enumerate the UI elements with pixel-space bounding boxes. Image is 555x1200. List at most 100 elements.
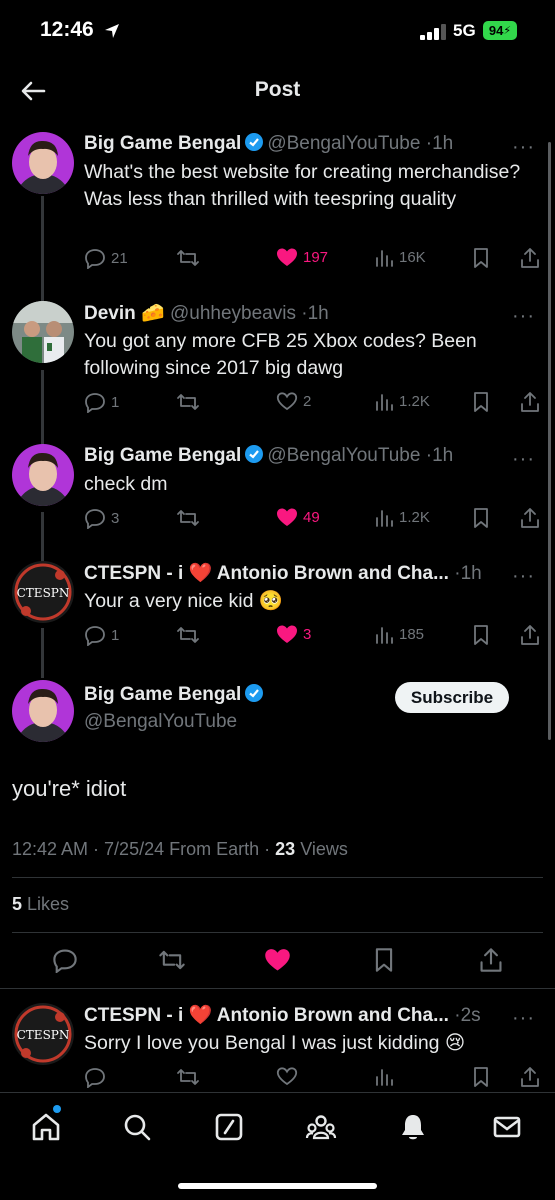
reply-count: 1 bbox=[111, 393, 120, 411]
main-avatar[interactable] bbox=[12, 680, 74, 742]
retweet-button[interactable] bbox=[176, 247, 200, 269]
author-name[interactable]: Big Game Bengal bbox=[84, 445, 241, 466]
battery-level: 94 bbox=[488, 23, 504, 38]
more-options-icon[interactable]: ··· bbox=[512, 448, 535, 471]
status-bar: 12:46 5G 94 ⚡ bbox=[0, 0, 555, 62]
retweet-icon bbox=[177, 627, 199, 643]
bookmark-icon[interactable] bbox=[471, 391, 491, 413]
retweet-button[interactable] bbox=[176, 391, 200, 413]
communities-icon[interactable] bbox=[305, 1111, 337, 1143]
reply-button[interactable]: 1 bbox=[84, 391, 119, 413]
reply-tweet[interactable]: CTESPN CTESPN - i ❤️ Antonio Brown and C… bbox=[0, 1003, 555, 1093]
reply-icon[interactable] bbox=[84, 1066, 106, 1088]
retweet-icon bbox=[177, 394, 199, 410]
more-options-icon[interactable]: ··· bbox=[512, 565, 535, 588]
more-options-icon[interactable]: ··· bbox=[512, 136, 535, 159]
grok-icon[interactable] bbox=[213, 1111, 245, 1143]
reply-button[interactable]: 21 bbox=[84, 247, 128, 269]
share-icon[interactable] bbox=[519, 624, 541, 646]
retweet-icon bbox=[177, 510, 199, 526]
views-icon bbox=[376, 627, 393, 644]
avatar[interactable]: CTESPN bbox=[12, 1003, 74, 1065]
tweet[interactable]: CTESPN CTESPN - i ❤️ Antonio Brown and C… bbox=[0, 561, 555, 661]
like-count: 3 bbox=[303, 625, 312, 643]
timestamp: 12:42 AM · 7/25/24 From Earth · bbox=[12, 839, 271, 859]
share-icon[interactable] bbox=[478, 947, 504, 973]
heart-icon[interactable] bbox=[264, 947, 291, 972]
author-emoji: 🧀 bbox=[141, 303, 165, 324]
likes-summary[interactable]: 5 Likes bbox=[12, 894, 69, 915]
author-name[interactable]: CTESPN - i ❤️ Antonio Brown and Cha... bbox=[84, 563, 449, 584]
search-icon[interactable] bbox=[121, 1111, 153, 1143]
retweet-icon[interactable] bbox=[176, 1066, 200, 1088]
home-icon[interactable] bbox=[30, 1111, 62, 1143]
views-button[interactable]: 185 bbox=[374, 624, 424, 644]
view-count: 1.2K bbox=[399, 392, 430, 410]
heart-icon bbox=[277, 625, 297, 643]
views-button[interactable]: 16K bbox=[374, 247, 426, 267]
bookmark-icon[interactable] bbox=[372, 947, 396, 973]
share-icon[interactable] bbox=[519, 507, 541, 529]
reply-button[interactable]: 1 bbox=[84, 624, 119, 646]
tweet[interactable]: Big Game Bengal @BengalYouTube ·1h ··· Wh… bbox=[0, 132, 555, 282]
views-icon bbox=[376, 510, 393, 527]
views-button[interactable]: 1.2K bbox=[374, 391, 430, 411]
like-count: 197 bbox=[303, 248, 329, 266]
retweet-icon bbox=[177, 250, 199, 266]
notifications-icon[interactable] bbox=[397, 1111, 429, 1143]
tweet[interactable]: Big Game Bengal @BengalYouTube ·1h ··· ch… bbox=[0, 444, 555, 544]
author-name[interactable]: Devin bbox=[84, 303, 136, 324]
avatar[interactable] bbox=[12, 132, 74, 194]
messages-icon[interactable] bbox=[491, 1111, 523, 1143]
more-options-icon[interactable]: ··· bbox=[512, 1007, 535, 1030]
bookmark-icon[interactable] bbox=[471, 247, 491, 269]
retweet-button[interactable] bbox=[176, 507, 200, 529]
reply-button[interactable]: 3 bbox=[84, 507, 119, 529]
more-options-icon[interactable]: ··· bbox=[512, 305, 535, 328]
divider bbox=[12, 932, 543, 933]
retweet-button[interactable] bbox=[176, 624, 200, 646]
avatar[interactable] bbox=[12, 444, 74, 506]
retweet-icon[interactable] bbox=[158, 947, 186, 973]
bookmark-icon[interactable] bbox=[471, 507, 491, 529]
post-time: 1h bbox=[432, 133, 454, 154]
share-icon[interactable] bbox=[519, 391, 541, 413]
views-button[interactable]: 1.2K bbox=[374, 507, 430, 527]
views-icon[interactable] bbox=[374, 1066, 394, 1086]
reply-icon[interactable] bbox=[52, 947, 78, 973]
main-author-handle[interactable]: @BengalYouTube bbox=[84, 711, 237, 733]
author-name[interactable]: CTESPN - i ❤️ Antonio Brown and Cha... bbox=[84, 1005, 449, 1026]
avatar[interactable] bbox=[12, 301, 74, 363]
author-handle[interactable]: @BengalYouTube bbox=[267, 445, 420, 466]
reply-count: 3 bbox=[111, 509, 120, 527]
bookmark-icon[interactable] bbox=[471, 624, 491, 646]
tweet-text: What's the best website for creating mer… bbox=[84, 161, 521, 210]
likes-count: 5 bbox=[12, 894, 23, 914]
views-label: Views bbox=[300, 839, 348, 859]
share-icon[interactable] bbox=[519, 1066, 541, 1088]
avatar[interactable]: CTESPN bbox=[12, 561, 74, 623]
author-handle[interactable]: @uhheybeavis bbox=[170, 303, 296, 324]
post-time: 1h bbox=[460, 563, 482, 584]
heart-outline-icon[interactable] bbox=[276, 1066, 298, 1086]
home-indicator[interactable] bbox=[178, 1183, 377, 1189]
scrollbar[interactable] bbox=[548, 142, 551, 740]
like-button[interactable]: 2 bbox=[276, 391, 311, 411]
like-button[interactable]: 197 bbox=[276, 247, 328, 267]
bookmark-icon[interactable] bbox=[471, 1066, 491, 1088]
reply-count: 21 bbox=[111, 249, 128, 267]
author-name[interactable]: Big Game Bengal bbox=[84, 133, 241, 154]
post-time: 1h bbox=[432, 445, 454, 466]
share-icon[interactable] bbox=[519, 247, 541, 269]
author-handle[interactable]: @BengalYouTube bbox=[267, 133, 420, 154]
divider bbox=[0, 988, 555, 989]
main-author-name[interactable]: Big Game Bengal bbox=[84, 683, 267, 706]
page-title: Post bbox=[254, 78, 301, 101]
subscribe-button[interactable]: Subscribe bbox=[395, 682, 509, 713]
tweet[interactable]: Devin 🧀 @uhheybeavis ·1h ··· You got any… bbox=[0, 301, 555, 431]
divider bbox=[12, 877, 543, 878]
like-button[interactable]: 3 bbox=[276, 624, 311, 644]
view-count: 185 bbox=[399, 625, 425, 643]
tweet-header: CTESPN - i ❤️ Antonio Brown and Cha... ·… bbox=[84, 561, 515, 587]
like-button[interactable]: 49 bbox=[276, 507, 320, 527]
